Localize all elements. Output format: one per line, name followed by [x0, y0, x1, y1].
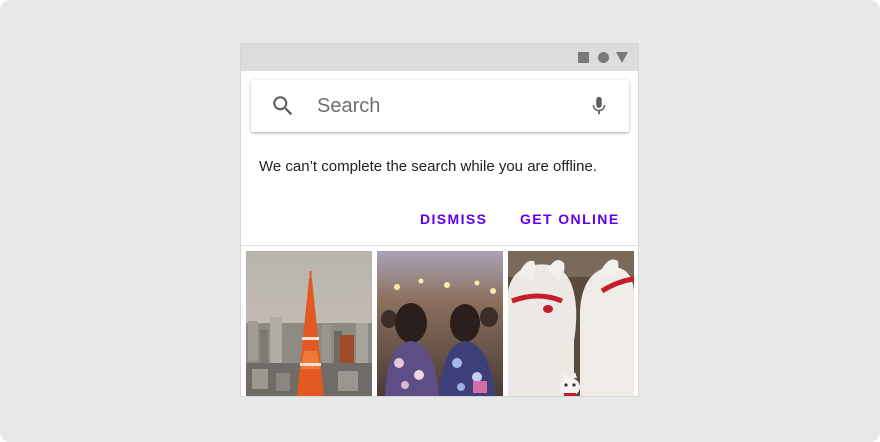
get-online-button[interactable]: GET ONLINE	[520, 209, 620, 229]
mic-icon[interactable]	[588, 93, 610, 119]
image-grid	[246, 251, 634, 396]
offline-message: We can’t complete the search while you a…	[259, 158, 597, 175]
status-bar	[241, 44, 638, 71]
festival-crowd-image[interactable]	[377, 251, 503, 396]
circle-icon	[598, 52, 609, 63]
square-icon	[578, 52, 589, 63]
mobile-screen: We can’t complete the search while you a…	[241, 44, 638, 396]
triangle-icon	[616, 52, 628, 63]
search-bar[interactable]	[251, 80, 629, 132]
tokyo-tower-image[interactable]	[246, 251, 372, 396]
lucky-cat-image[interactable]	[508, 251, 634, 396]
search-input[interactable]	[317, 93, 567, 119]
divider	[241, 245, 638, 246]
background-canvas: We can’t complete the search while you a…	[0, 0, 880, 442]
search-icon[interactable]	[270, 93, 296, 119]
dismiss-button[interactable]: DISMISS	[420, 209, 487, 229]
